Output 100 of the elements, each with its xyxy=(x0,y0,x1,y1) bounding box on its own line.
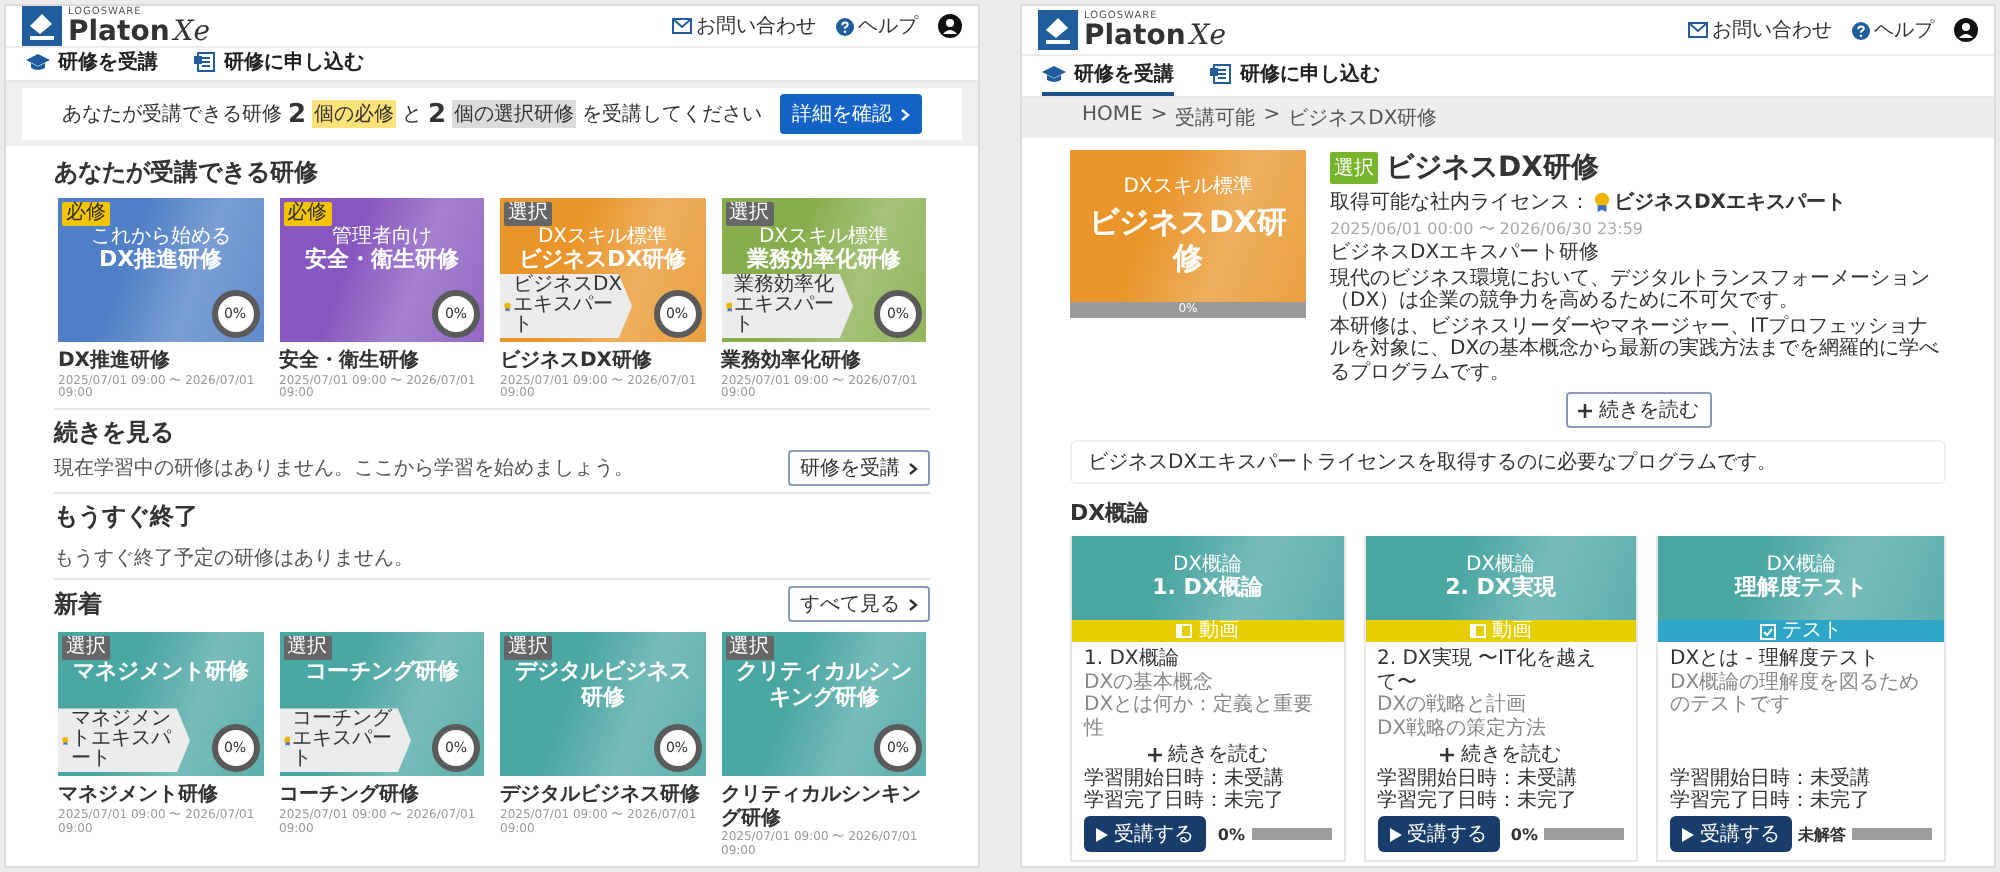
thumbnail-subtitle: DX概論 xyxy=(1465,554,1536,577)
thumbnail-title: クリティカルシンキング研修 xyxy=(733,660,914,712)
medal-icon xyxy=(504,297,512,315)
course-title[interactable]: デジタルビジネス研修 xyxy=(500,784,705,808)
read-more-button[interactable]: 続きを読む xyxy=(1565,392,1711,428)
course-tag: 選択 xyxy=(62,636,110,661)
notice-text: と xyxy=(402,102,422,128)
thumbnail-subtitle: DX概論 xyxy=(1766,554,1836,577)
lesson-title: 1. DX概論 xyxy=(1084,648,1181,671)
brand-name: PlatonXe xyxy=(1084,21,1227,49)
thumbnail-subtitle: 管理者向け xyxy=(331,226,432,248)
course-tag: 選択 xyxy=(725,202,773,226)
license-name: ビジネスDXエキスパート xyxy=(1614,189,1847,216)
empty-message: 現在学習中の研修はありません。ここから学習を始めましょう。 xyxy=(54,455,634,483)
course-tag: 選択 xyxy=(504,636,552,661)
breadcrumb-link[interactable]: HOME xyxy=(1082,104,1143,132)
lesson-status: 0% xyxy=(1510,825,1538,843)
mail-icon xyxy=(672,18,692,34)
video-icon xyxy=(1469,624,1486,638)
required-label: 個の必修 xyxy=(312,100,396,128)
lesson-status: 0% xyxy=(1217,825,1245,843)
required-count: 2 xyxy=(287,99,306,129)
take-lesson-button[interactable]: 受講する xyxy=(1377,816,1499,852)
medal-icon xyxy=(725,297,733,315)
document-icon xyxy=(1210,64,1232,84)
thumbnail-title: DX推進研修 xyxy=(96,248,225,274)
thumbnail-title: ビジネスDX研修 xyxy=(516,248,689,274)
lesson-type-label: テスト xyxy=(1782,621,1842,641)
section-title: あなたが受講できる研修 xyxy=(54,156,320,190)
thumbnail-subtitle: DX概論 xyxy=(1172,554,1243,577)
help-icon xyxy=(1852,21,1870,39)
thumbnail-title: 理解度テスト xyxy=(1732,576,1869,602)
course-tag: 選択 xyxy=(283,636,331,661)
lesson-subtitle: DX概論の理解度を図るためのテストです xyxy=(1670,671,1922,717)
completion-date: 学習完了日時：未完了 xyxy=(1084,790,1286,812)
checkbox-icon xyxy=(1760,623,1776,639)
user-icon[interactable] xyxy=(1954,18,1978,42)
completion-date: 学習完了日時：未完了 xyxy=(1670,790,1872,812)
thumbnail-subtitle: DXスキル標準 xyxy=(1123,176,1253,199)
elective-count: 2 xyxy=(428,99,447,129)
help-link[interactable]: ヘルプ xyxy=(836,12,918,40)
course-description: 現代のビジネス環境において、デジタルトランスフォーメーション（DX）は企業の競争力を高めるために不可欠です。 xyxy=(1330,267,1932,313)
breadcrumb-separator: > xyxy=(1150,104,1168,130)
start-course-button[interactable]: 研修を受講 xyxy=(788,450,930,487)
lesson-status: 未解答 xyxy=(1798,823,1846,845)
course-title[interactable]: DX推進研修 xyxy=(58,350,263,373)
graduation-cap-icon xyxy=(26,53,50,71)
course-title[interactable]: マネジメント研修 xyxy=(58,784,263,808)
lesson-title: DXとは - 理解度テスト xyxy=(1670,648,1882,671)
thumbnail-subtitle: DXスキル標準 xyxy=(537,226,668,248)
course-description: 本研修は、ビジネスリーダーやマネージャー、ITプロフェッショナルを対象に、DXの基本概念から最新の実践方法までを網羅的に学べるプログラムです。 xyxy=(1330,315,1942,384)
user-icon[interactable] xyxy=(938,14,962,38)
start-date: 学習開始日時：未受講 xyxy=(1670,768,1872,790)
course-tag: 選択 xyxy=(725,636,773,661)
course-title[interactable]: コーチング研修 xyxy=(279,784,484,808)
course-period: 2025/06/01 00:00 〜 2026/06/30 23:59 xyxy=(1330,218,1645,240)
contact-link[interactable]: お問い合わせ xyxy=(672,12,816,40)
details-button[interactable]: 詳細を確認 xyxy=(780,94,923,134)
course-title[interactable]: 業務効率化研修 xyxy=(721,350,926,373)
lesson-summary: DXとは何か：定義と重要性 xyxy=(1084,694,1316,740)
see-all-button[interactable]: すべて見る xyxy=(788,586,930,623)
medal-icon xyxy=(1594,192,1610,212)
thumbnail-title: コーチング研修 xyxy=(302,660,461,686)
completion-date: 学習完了日時：未完了 xyxy=(1377,790,1579,812)
play-icon xyxy=(1682,827,1694,841)
current-page-label: ビジネスDX研修 xyxy=(1288,106,1438,132)
thumbnail-title: 業務効率化研修 xyxy=(744,248,903,274)
thumbnail-title: 1. DX概論 xyxy=(1150,576,1265,602)
plus-icon xyxy=(1577,403,1591,417)
breadcrumb-link[interactable]: 受講可能 xyxy=(1175,104,1256,132)
nav-tab[interactable]: 研修を受講 xyxy=(26,48,158,80)
license-badge: ビジネスDXエキスパート xyxy=(500,274,632,338)
take-lesson-button[interactable]: 受講する xyxy=(1670,816,1792,852)
nav-tab[interactable]: 研修に申し込む xyxy=(194,48,364,80)
brand-name: PlatonXe xyxy=(68,17,211,45)
contact-link[interactable]: お問い合わせ xyxy=(1688,16,1832,44)
play-icon xyxy=(1389,827,1401,841)
lesson-type-label: 動画 xyxy=(1198,621,1239,641)
thumbnail-title: 2. DX実現 xyxy=(1443,576,1558,602)
logo-icon xyxy=(1038,10,1078,50)
section-title: 続きを見る xyxy=(54,416,176,451)
play-icon xyxy=(1096,827,1108,841)
read-more-button[interactable]: 続きを読む xyxy=(1440,740,1561,768)
course-title[interactable]: ビジネスDX研修 xyxy=(500,350,705,373)
thumbnail-title: 安全・衛生研修 xyxy=(302,248,461,274)
read-more-button[interactable]: 続きを読む xyxy=(1147,740,1268,768)
nav-tab[interactable]: 研修に申し込む xyxy=(1210,56,1380,96)
license-badge: 業務効率化エキスパート xyxy=(721,274,853,338)
course-title[interactable]: クリティカルシンキング研修 xyxy=(721,784,926,831)
lesson-subtitle: DXの基本概念 xyxy=(1084,671,1216,693)
lesson-title: 2. DX実現 〜IT化を越えて〜 xyxy=(1377,648,1599,693)
plus-icon xyxy=(1440,747,1455,761)
take-lesson-button[interactable]: 受講する xyxy=(1084,816,1206,852)
notice-text: を受講してください xyxy=(582,101,763,128)
course-title[interactable]: 安全・衛生研修 xyxy=(279,350,484,373)
license-badge: マネジメントエキスパート xyxy=(58,708,190,773)
lesson-summary: DX戦略の策定方法 xyxy=(1377,717,1549,740)
breadcrumb-separator: > xyxy=(1263,104,1281,130)
help-link[interactable]: ヘルプ xyxy=(1852,16,1934,44)
lesson-subtitle: DXの戦略と計画 xyxy=(1377,694,1529,717)
